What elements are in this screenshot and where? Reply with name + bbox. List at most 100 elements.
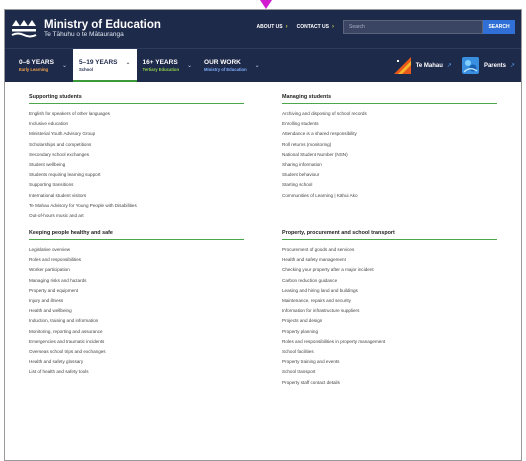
link-list: Legislative overview Roles and responsibi… xyxy=(29,245,244,377)
menu-link[interactable]: Property staff contact details xyxy=(282,378,497,388)
site-title: Ministry of Education xyxy=(44,19,161,32)
menu-link[interactable]: Injury and illness xyxy=(29,296,244,306)
search-button[interactable]: SEARCH xyxy=(483,20,515,34)
brand[interactable]: Ministry of Education Te Tāhuhu o te Māt… xyxy=(44,19,161,39)
tab-early-learning[interactable]: 0–6 YEARS Early Learning ⌄ xyxy=(13,49,73,82)
menu-link[interactable]: Worker participation xyxy=(29,265,244,275)
link-list: English for speakers of other languages I… xyxy=(29,109,244,221)
te-mahau-label: Te Mahau xyxy=(415,62,443,69)
contact-us-label: CONTACT US xyxy=(296,24,329,30)
menu-link[interactable]: Health and safety glossary xyxy=(29,357,244,367)
section-supporting-students: Supporting students English for speakers… xyxy=(29,94,244,221)
tab-label: 16+ YEARS xyxy=(142,59,178,67)
menu-link[interactable]: Supporting transitions xyxy=(29,180,244,190)
link-list: Archiving and disposing of school record… xyxy=(282,109,497,201)
about-us-link[interactable]: ABOUT US › xyxy=(256,24,287,30)
cursor-pointer xyxy=(260,0,272,9)
menu-link[interactable]: Information for infrastructure suppliers xyxy=(282,306,497,316)
tab-our-work[interactable]: OUR WORK Ministry of Education ⌄ xyxy=(198,49,266,82)
menu-link[interactable]: Students requiring learning support xyxy=(29,170,244,180)
menu-link[interactable]: Communities of Learning | Kāhui Ako xyxy=(282,191,497,201)
tab-label: 5–19 YEARS xyxy=(78,59,118,67)
section-heading[interactable]: Property, procurement and school transpo… xyxy=(282,230,497,241)
menu-link[interactable]: School facilities xyxy=(282,347,497,357)
chevron-right-icon: › xyxy=(332,24,334,30)
menu-link[interactable]: Property planning xyxy=(282,327,497,337)
menu-link[interactable]: International student visitors xyxy=(29,191,244,201)
chevron-up-icon: ⌃ xyxy=(125,63,131,69)
menu-link[interactable]: Carbon reduction guidance xyxy=(282,276,497,286)
menu-link[interactable]: Projects and design xyxy=(282,316,497,326)
menu-link[interactable]: Archiving and disposing of school record… xyxy=(282,109,497,119)
parents-link[interactable]: Parents ↗ xyxy=(461,57,515,74)
menu-link[interactable]: Leasing and hiring land and buildings xyxy=(282,286,497,296)
menu-link[interactable]: Starting school xyxy=(282,180,497,190)
menu-link[interactable]: Roll returns (monitoring) xyxy=(282,140,497,150)
browser-viewport: Ministry of Education Te Tāhuhu o te Māt… xyxy=(4,9,522,461)
menu-link[interactable]: Attendance is a shared responsibility xyxy=(282,129,497,139)
tab-sublabel: School xyxy=(78,66,93,72)
section-property: Property, procurement and school transpo… xyxy=(282,230,497,388)
menu-link[interactable]: Ministerial Youth Advisory Group xyxy=(29,129,244,139)
site-header: Ministry of Education Te Tāhuhu o te Māt… xyxy=(5,10,521,48)
section-managing-students: Managing students Archiving and disposin… xyxy=(282,94,497,221)
menu-link[interactable]: Enrolling students xyxy=(282,119,497,129)
menu-link[interactable]: Property training and events xyxy=(282,357,497,367)
menu-link[interactable]: Inclusive education xyxy=(29,119,244,129)
menu-link[interactable]: Health and wellbeing xyxy=(29,306,244,316)
external-link-icon: ↗ xyxy=(446,63,452,69)
chevron-down-icon: ⌄ xyxy=(254,63,260,69)
menu-link[interactable]: Managing risks and hazards xyxy=(29,276,244,286)
menu-link[interactable]: Monitoring, reporting and assurance xyxy=(29,327,244,337)
parents-label: Parents xyxy=(483,62,506,69)
menu-link[interactable]: Sharing information xyxy=(282,160,497,170)
menu-link[interactable]: Scholarships and competitions xyxy=(29,140,244,150)
menu-link[interactable]: List of health and safety tools xyxy=(29,367,244,377)
menu-link[interactable]: Roles and responsibilities xyxy=(29,255,244,265)
mega-menu: Supporting students English for speakers… xyxy=(5,82,521,397)
tab-label: OUR WORK xyxy=(204,59,241,67)
external-link-icon: ↗ xyxy=(509,63,515,69)
search-input[interactable] xyxy=(343,20,483,34)
site-subtitle: Te Tāhuhu o te Mātauranga xyxy=(44,31,124,39)
menu-link[interactable]: Checking your property after a major inc… xyxy=(282,265,497,275)
contact-us-link[interactable]: CONTACT US › xyxy=(297,24,334,30)
tab-school[interactable]: 5–19 YEARS School ⌃ xyxy=(72,49,137,82)
menu-link[interactable]: English for speakers of other languages xyxy=(29,109,244,119)
chevron-right-icon: › xyxy=(285,24,288,30)
menu-link[interactable]: Property and equipment xyxy=(29,286,244,296)
tab-sublabel: Ministry of Education xyxy=(204,66,247,72)
menu-link[interactable]: Procurement of goods and services xyxy=(282,245,497,255)
menu-link[interactable]: School transport xyxy=(282,367,497,377)
te-mahau-link[interactable]: Te Mahau ↗ xyxy=(393,57,452,74)
menu-link[interactable]: Overseas school trips and exchanges xyxy=(29,347,244,357)
section-heading[interactable]: Supporting students xyxy=(29,94,244,104)
menu-link[interactable]: Secondary school exchanges xyxy=(29,150,244,160)
menu-link[interactable]: National Student Number (NSN) xyxy=(282,150,497,160)
search-form: SEARCH xyxy=(343,20,515,34)
utility-bar: ABOUT US › CONTACT US › SEARCH xyxy=(256,20,515,34)
menu-link[interactable]: Legislative overview xyxy=(29,245,244,255)
menu-link[interactable]: Health and safety management xyxy=(282,255,497,265)
menu-link[interactable]: Student wellbeing xyxy=(29,160,244,170)
tab-tertiary[interactable]: 16+ YEARS Tertiary Education ⌄ xyxy=(137,49,199,82)
menu-link[interactable]: Maintenance, repairs and security xyxy=(282,296,497,306)
menu-link[interactable]: Te Mahau Advisory for Young People with … xyxy=(29,201,244,211)
menu-link[interactable]: Emergencies and traumatic incidents xyxy=(29,337,244,347)
menu-link[interactable]: Roles and responsibilities in property m… xyxy=(282,337,497,347)
section-heading[interactable]: Keeping people healthy and safe xyxy=(29,230,244,241)
menu-link[interactable]: Student behaviour xyxy=(282,170,497,180)
section-healthy-safe: Keeping people healthy and safe Legislat… xyxy=(29,230,244,388)
ministry-logo-icon[interactable] xyxy=(11,15,37,43)
menu-link[interactable]: Induction, training and information xyxy=(29,316,244,326)
link-list: Procurement of goods and services Health … xyxy=(282,245,497,388)
parents-logo-icon xyxy=(461,57,479,74)
tab-sublabel: Tertiary Education xyxy=(142,66,180,72)
external-links: Te Mahau ↗ Parents ↗ xyxy=(384,49,515,82)
tab-sublabel: Early Learning xyxy=(19,66,49,72)
menu-link[interactable]: Out-of-hours music and art xyxy=(29,211,244,221)
tab-label: 0–6 YEARS xyxy=(19,59,54,67)
chevron-down-icon: ⌄ xyxy=(61,63,67,69)
about-us-label: ABOUT US xyxy=(256,24,283,30)
section-heading[interactable]: Managing students xyxy=(282,94,497,104)
